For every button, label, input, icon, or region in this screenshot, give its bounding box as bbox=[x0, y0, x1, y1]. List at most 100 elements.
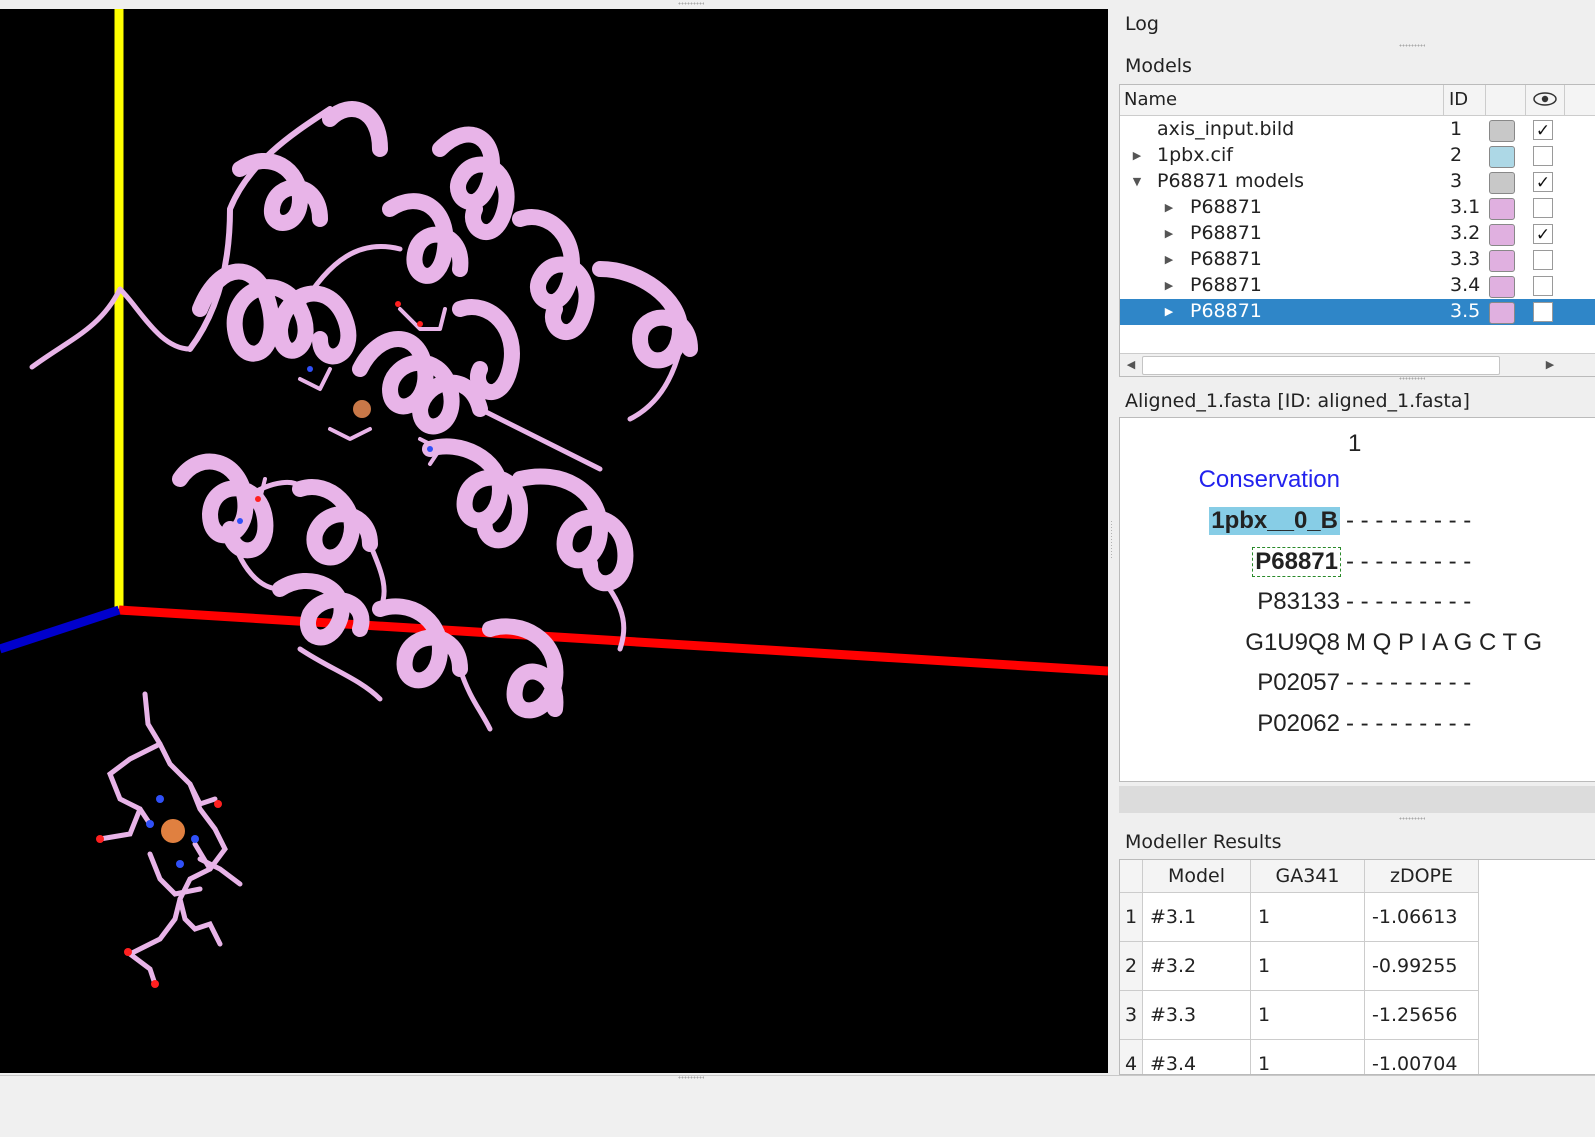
model-row-selected[interactable]: ▶ P68871 3.5 bbox=[1120, 299, 1595, 325]
scrollbar-thumb[interactable] bbox=[1142, 356, 1500, 375]
zdope-column-header[interactable]: zDOPE bbox=[1364, 860, 1479, 893]
model-color-swatch[interactable] bbox=[1489, 146, 1515, 168]
model-visibility-checkbox[interactable]: ✓ bbox=[1533, 120, 1553, 141]
collapse-arrow-icon[interactable]: ▼ bbox=[1130, 169, 1144, 195]
models-tree[interactable]: Name ID axis_input.bild 1 ✓ ▶ 1pbx.cif 2 bbox=[1119, 84, 1595, 377]
models-horizontal-scrollbar[interactable]: ◀ ▶ bbox=[1120, 353, 1595, 376]
id-column-header[interactable]: ID bbox=[1449, 89, 1468, 110]
ga341-cell[interactable]: 1 bbox=[1250, 1039, 1365, 1074]
model-color-swatch[interactable] bbox=[1489, 302, 1515, 324]
row-number[interactable]: 3 bbox=[1120, 990, 1143, 1040]
tool-panel: Log Models Name ID axis_input.bild 1 ✓ ▶… bbox=[1112, 9, 1595, 1075]
model-cell[interactable]: #3.4 bbox=[1142, 1039, 1251, 1074]
ga341-cell[interactable]: 1 bbox=[1250, 990, 1365, 1040]
expand-arrow-icon[interactable]: ▶ bbox=[1162, 273, 1176, 299]
model-name: 1pbx.cif bbox=[1157, 144, 1233, 166]
eye-icon[interactable] bbox=[1532, 91, 1558, 107]
results-title: Modeller Results bbox=[1125, 831, 1282, 853]
sequence-residues[interactable]: - - - - - - - - - bbox=[1346, 669, 1471, 697]
heme-atoms bbox=[96, 795, 222, 988]
model-cell[interactable]: #3.1 bbox=[1142, 892, 1251, 942]
scroll-left-icon[interactable]: ◀ bbox=[1121, 355, 1141, 375]
table-row[interactable]: 3 #3.3 1 -1.25656 bbox=[1120, 990, 1479, 1040]
model-cell[interactable]: #3.2 bbox=[1142, 941, 1251, 991]
model-name: P68871 models bbox=[1157, 170, 1304, 192]
status-bar bbox=[0, 1075, 1595, 1137]
zdope-cell[interactable]: -0.99255 bbox=[1364, 941, 1479, 991]
expand-arrow-icon[interactable]: ▶ bbox=[1162, 299, 1176, 325]
row-number[interactable]: 2 bbox=[1120, 941, 1143, 991]
status-splitter-grip[interactable] bbox=[678, 1076, 704, 1079]
row-number[interactable]: 1 bbox=[1120, 892, 1143, 942]
sequence-residues[interactable]: - - - - - - - - - bbox=[1346, 548, 1471, 576]
log-splitter-grip[interactable] bbox=[1399, 44, 1425, 47]
sequence-residues[interactable]: M Q P I A G C T G bbox=[1346, 629, 1542, 657]
model-visibility-checkbox[interactable] bbox=[1533, 302, 1553, 322]
log-title: Log bbox=[1125, 13, 1159, 35]
sequence-alignment-viewer[interactable]: 1 Conservation 1pbx__0_B - - - - - - - -… bbox=[1119, 417, 1595, 782]
model-cell[interactable]: #3.3 bbox=[1142, 990, 1251, 1040]
scroll-right-icon[interactable]: ▶ bbox=[1540, 355, 1560, 375]
expand-arrow-icon[interactable]: ▶ bbox=[1162, 247, 1176, 273]
sequence-name[interactable]: G1U9Q8 bbox=[1245, 629, 1340, 657]
ga341-cell[interactable]: 1 bbox=[1250, 892, 1365, 942]
zdope-cell[interactable]: -1.25656 bbox=[1364, 990, 1479, 1040]
model-visibility-checkbox[interactable]: ✓ bbox=[1533, 224, 1553, 245]
model-visibility-checkbox[interactable]: ✓ bbox=[1533, 172, 1553, 193]
model-color-swatch[interactable] bbox=[1489, 198, 1515, 220]
model-visibility-checkbox[interactable] bbox=[1533, 146, 1553, 166]
model-row[interactable]: ▶ P68871 3.3 bbox=[1120, 247, 1595, 273]
model-color-swatch[interactable] bbox=[1489, 276, 1515, 298]
ga341-cell[interactable]: 1 bbox=[1250, 941, 1365, 991]
model-color-swatch[interactable] bbox=[1489, 250, 1515, 272]
expand-arrow-icon[interactable]: ▶ bbox=[1162, 221, 1176, 247]
sequence-name[interactable]: P02062 bbox=[1257, 710, 1340, 738]
alignment-horizontal-scrollbar[interactable] bbox=[1119, 786, 1595, 813]
model-color-swatch[interactable] bbox=[1489, 224, 1515, 246]
model-color-swatch[interactable] bbox=[1489, 120, 1515, 142]
models-splitter-grip[interactable] bbox=[1399, 377, 1425, 380]
sequence-residues[interactable]: - - - - - - - - - bbox=[1346, 710, 1471, 738]
table-row[interactable]: 1 #3.1 1 -1.06613 bbox=[1120, 892, 1479, 942]
expand-arrow-icon[interactable]: ▶ bbox=[1162, 195, 1176, 221]
model-id: 3.5 bbox=[1450, 300, 1481, 322]
model-column-header[interactable]: Model bbox=[1142, 860, 1251, 893]
conservation-label: Conservation bbox=[1198, 466, 1340, 493]
model-visibility-checkbox[interactable] bbox=[1533, 250, 1553, 270]
modeller-results-table[interactable]: Model GA341 zDOPE 1 #3.1 1 -1.06613 2 #3… bbox=[1119, 859, 1595, 1075]
zdope-cell[interactable]: -1.06613 bbox=[1364, 892, 1479, 942]
sequence-name[interactable]: P68871 bbox=[1252, 547, 1341, 577]
model-id: 3.1 bbox=[1450, 196, 1481, 218]
sequence-residues[interactable]: - - - - - - - - - bbox=[1346, 588, 1471, 616]
model-visibility-checkbox[interactable] bbox=[1533, 198, 1553, 218]
sequence-name[interactable]: P83133 bbox=[1257, 588, 1340, 616]
sequence-name[interactable]: 1pbx__0_B bbox=[1209, 507, 1340, 535]
model-color-swatch[interactable] bbox=[1489, 172, 1515, 194]
expand-arrow-icon[interactable]: ▶ bbox=[1130, 143, 1144, 169]
zdope-cell[interactable]: -1.00704 bbox=[1364, 1039, 1479, 1074]
row-number[interactable]: 4 bbox=[1120, 1039, 1143, 1074]
ga341-column-header[interactable]: GA341 bbox=[1250, 860, 1365, 893]
models-tree-header: Name ID bbox=[1120, 85, 1595, 116]
graphics-viewport[interactable] bbox=[0, 9, 1108, 1073]
model-row[interactable]: ▶ P68871 3.4 bbox=[1120, 273, 1595, 299]
model-row[interactable]: axis_input.bild 1 ✓ bbox=[1120, 117, 1595, 143]
model-visibility-checkbox[interactable] bbox=[1533, 276, 1553, 296]
table-row[interactable]: 4 #3.4 1 -1.00704 bbox=[1120, 1039, 1479, 1074]
alignment-splitter-grip[interactable] bbox=[1399, 817, 1425, 820]
name-column-header[interactable]: Name bbox=[1124, 89, 1177, 110]
sequence-name[interactable]: P02057 bbox=[1257, 669, 1340, 697]
model-name: P68871 bbox=[1190, 248, 1262, 270]
top-strip bbox=[0, 0, 1595, 9]
model-row[interactable]: ▼ P68871 models 3 ✓ bbox=[1120, 169, 1595, 195]
sequence-residues[interactable]: - - - - - - - - - bbox=[1346, 507, 1471, 535]
column-number: 1 bbox=[1348, 430, 1362, 457]
model-name: P68871 bbox=[1190, 300, 1262, 322]
splitter-grip[interactable] bbox=[678, 2, 704, 5]
model-row[interactable]: ▶ 1pbx.cif 2 bbox=[1120, 143, 1595, 169]
model-row[interactable]: ▶ P68871 3.1 bbox=[1120, 195, 1595, 221]
table-row[interactable]: 2 #3.2 1 -0.99255 bbox=[1120, 941, 1479, 991]
model-name: axis_input.bild bbox=[1157, 118, 1295, 140]
results-header-row: Model GA341 zDOPE bbox=[1120, 860, 1479, 893]
model-row[interactable]: ▶ P68871 3.2 ✓ bbox=[1120, 221, 1595, 247]
